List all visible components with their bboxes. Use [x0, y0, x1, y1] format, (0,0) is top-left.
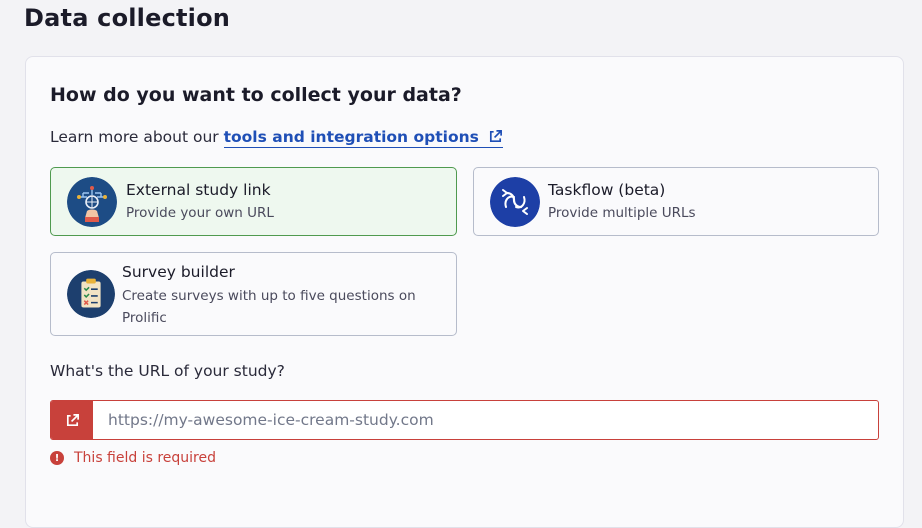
learn-more-prefix: Learn more about our [50, 128, 219, 146]
option-external-study-link[interactable]: External study link Provide your own URL [50, 167, 457, 236]
url-error-text: This field is required [74, 450, 217, 466]
external-link-icon [66, 413, 79, 426]
option-description: Provide multiple URLs [548, 205, 696, 221]
clipboard-checklist-icon [67, 270, 115, 318]
flowchart-hand-icon [67, 177, 117, 227]
page-title: Data collection [24, 4, 231, 32]
tools-integration-link-label: tools and integration options [223, 128, 479, 146]
tools-integration-link[interactable]: tools and integration options [223, 128, 504, 148]
option-title: Survey builder [122, 263, 235, 281]
linked-arrows-icon [490, 177, 540, 227]
option-survey-builder[interactable]: Survey builder Create surveys with up to… [50, 252, 457, 336]
option-taskflow[interactable]: Taskflow (beta) Provide multiple URLs [473, 167, 879, 236]
option-description: Provide your own URL [126, 205, 274, 221]
collection-method-heading: How do you want to collect your data? [50, 84, 462, 106]
url-prefix-addon [51, 401, 93, 439]
option-title: Taskflow (beta) [548, 181, 666, 199]
study-url-input[interactable] [93, 401, 878, 439]
url-error-message: ! This field is required [50, 450, 216, 466]
external-link-icon [490, 130, 503, 143]
learn-more-line: Learn more about our tools and integrati… [50, 128, 504, 148]
error-icon: ! [50, 451, 64, 465]
option-title: External study link [126, 181, 271, 199]
study-url-field [50, 400, 879, 440]
option-description: Create surveys with up to five questions… [122, 288, 416, 326]
data-collection-card: How do you want to collect your data? Le… [25, 56, 904, 528]
study-url-label: What's the URL of your study? [50, 362, 285, 380]
